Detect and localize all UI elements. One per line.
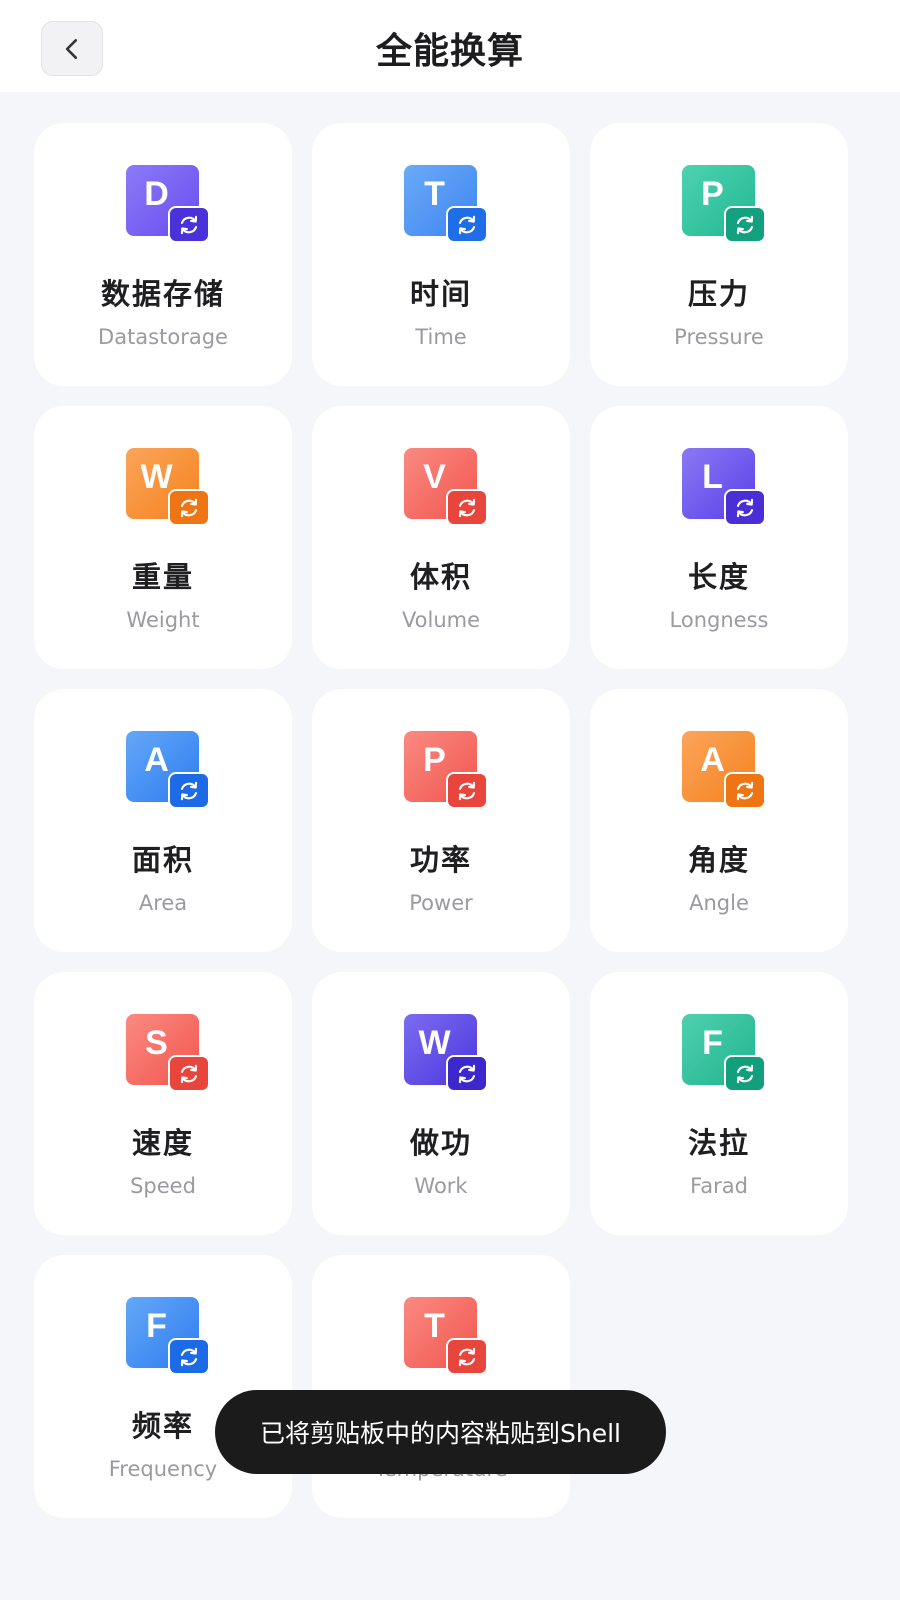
card-subtitle: Weight [126, 608, 200, 632]
card-title: 重量 [131, 560, 194, 594]
converter-card-angle[interactable]: A 角度 Angle [590, 689, 848, 952]
refresh-icon [446, 1055, 488, 1092]
converter-card-time[interactable]: T 时间 Time [312, 123, 570, 386]
refresh-icon [724, 772, 766, 809]
refresh-icon [168, 206, 210, 243]
converter-card-temperature[interactable]: TTemperature [312, 1255, 570, 1518]
converter-grid: D 数据存储 Datastorage T 时间 Time P 压力 Pressure W 重量 Wei… [0, 0, 900, 1600]
card-title: 速度 [131, 1126, 194, 1160]
converter-card-speed[interactable]: S 速度 Speed [34, 972, 292, 1235]
converter-card-area[interactable]: A 面积 Area [34, 689, 292, 952]
card-title: 功率 [409, 843, 472, 877]
refresh-icon [168, 1338, 210, 1375]
converter-card-weight[interactable]: W 重量 Weight [34, 406, 292, 669]
refresh-icon [724, 206, 766, 243]
converter-card-volume[interactable]: V 体积 Volume [312, 406, 570, 669]
converter-card-power[interactable]: P 功率 Power [312, 689, 570, 952]
volume-converter-icon: V [404, 448, 490, 528]
longness-converter-icon: L [682, 448, 768, 528]
refresh-icon [446, 1338, 488, 1375]
card-title: 面积 [131, 843, 194, 877]
card-subtitle: Power [409, 891, 473, 915]
card-subtitle: Area [138, 891, 188, 915]
clipboard-toast: 已将剪贴板中的内容粘贴到Shell [215, 1390, 666, 1474]
card-title: 做功 [409, 1126, 472, 1160]
card-subtitle: Farad [690, 1174, 748, 1198]
card-title: 长度 [687, 560, 750, 594]
area-converter-icon: A [126, 731, 212, 811]
refresh-icon [168, 1055, 210, 1092]
converter-card-datastorage[interactable]: D 数据存储 Datastorage [34, 123, 292, 386]
weight-converter-icon: W [126, 448, 212, 528]
refresh-icon [168, 489, 210, 526]
power-converter-icon: P [404, 731, 490, 811]
card-title: 数据存储 [100, 277, 225, 311]
speed-converter-icon: S [126, 1014, 212, 1094]
card-subtitle: Datastorage [98, 325, 228, 349]
card-subtitle: Longness [669, 608, 769, 632]
card-subtitle: Work [414, 1174, 468, 1198]
card-subtitle: Volume [401, 608, 481, 632]
converter-card-frequency[interactable]: F 频率 Frequency [34, 1255, 292, 1518]
card-title: 时间 [409, 277, 472, 311]
pressure-converter-icon: P [682, 165, 768, 245]
refresh-icon [446, 206, 488, 243]
card-title: 体积 [409, 560, 472, 594]
frequency-converter-icon: F [126, 1297, 212, 1377]
refresh-icon [168, 772, 210, 809]
temperature-converter-icon: T [404, 1297, 490, 1377]
card-subtitle: Angle [689, 891, 749, 915]
card-title: 角度 [687, 843, 750, 877]
converter-card-farad[interactable]: F 法拉 Farad [590, 972, 848, 1235]
converter-card-pressure[interactable]: P 压力 Pressure [590, 123, 848, 386]
card-subtitle: Pressure [674, 325, 764, 349]
farad-converter-icon: F [682, 1014, 768, 1094]
time-converter-icon: T [404, 165, 490, 245]
card-subtitle: Time [415, 325, 467, 349]
card-title: 法拉 [687, 1126, 750, 1160]
refresh-icon [724, 1055, 766, 1092]
converter-card-longness[interactable]: L 长度 Longness [590, 406, 848, 669]
card-title: 压力 [687, 277, 750, 311]
refresh-icon [724, 489, 766, 526]
refresh-icon [446, 489, 488, 526]
work-converter-icon: W [404, 1014, 490, 1094]
converter-card-work[interactable]: W 做功 Work [312, 972, 570, 1235]
datastorage-converter-icon: D [126, 165, 212, 245]
angle-converter-icon: A [682, 731, 768, 811]
refresh-icon [446, 772, 488, 809]
card-subtitle: Speed [130, 1174, 196, 1198]
